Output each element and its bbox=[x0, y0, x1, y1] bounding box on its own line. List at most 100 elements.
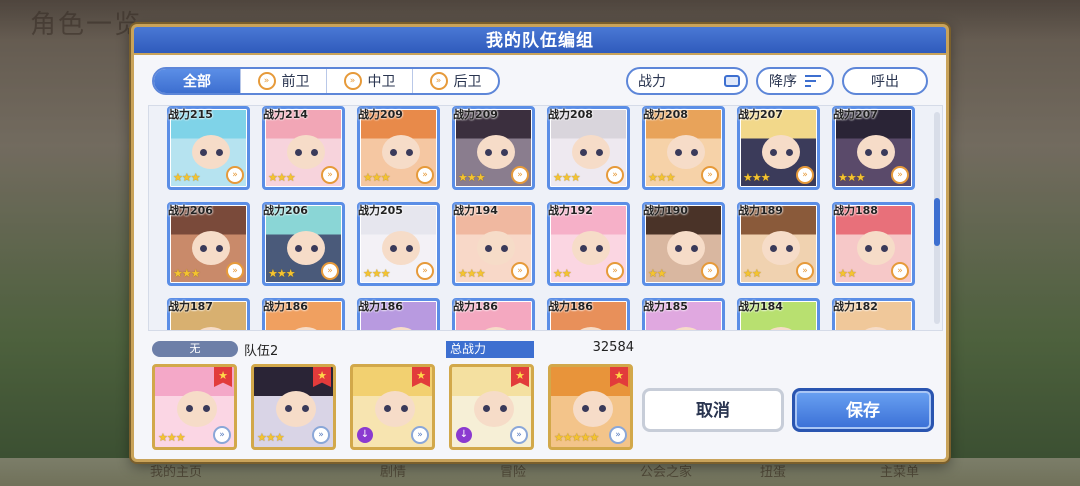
character-power: 战力208 bbox=[643, 108, 688, 121]
character-card[interactable]: ★★★ » 战力205 bbox=[357, 202, 440, 286]
character-card[interactable]: ★★»战力184 bbox=[737, 298, 820, 330]
eye-shape bbox=[596, 245, 603, 252]
save-button[interactable]: 保存 bbox=[792, 388, 934, 432]
leader-star-icon: ★ bbox=[610, 367, 628, 387]
character-power: 战力209 bbox=[358, 108, 403, 121]
eye-shape bbox=[691, 149, 698, 156]
team-member-slot[interactable]: ★ » ↓ bbox=[350, 364, 435, 450]
character-card[interactable]: ★★»战力186 bbox=[547, 298, 630, 330]
character-power: 战力182 bbox=[833, 300, 878, 313]
eye-shape bbox=[881, 245, 888, 252]
position-icon: » bbox=[511, 262, 529, 280]
character-card[interactable]: ★★★ » 战力207 bbox=[832, 106, 915, 190]
character-card[interactable]: ★★»战力182 bbox=[832, 298, 915, 330]
character-card[interactable]: ★★ » 战力190 bbox=[642, 202, 725, 286]
character-power: 战力186 bbox=[358, 300, 403, 313]
eye-shape bbox=[691, 245, 698, 252]
filter-tab-rearguard[interactable]: » 后卫 bbox=[412, 69, 498, 93]
eye-shape bbox=[485, 245, 492, 252]
face-shape bbox=[382, 135, 420, 169]
character-power: 战力209 bbox=[453, 108, 498, 121]
filter-tab-all[interactable]: 全部 bbox=[154, 69, 240, 93]
midguard-icon: » bbox=[343, 72, 362, 90]
character-card[interactable]: ★★★ » 战力207 bbox=[737, 106, 820, 190]
eye-shape bbox=[865, 149, 872, 156]
face-shape bbox=[177, 391, 217, 427]
character-power: 战力207 bbox=[738, 108, 783, 121]
character-card[interactable]: ★★ » 战力192 bbox=[547, 202, 630, 286]
eye-shape bbox=[285, 405, 292, 412]
call-button[interactable]: 呼出 bbox=[842, 67, 928, 95]
team-tag: 无 bbox=[152, 341, 238, 357]
vanguard-icon: » bbox=[257, 72, 276, 90]
eye-shape bbox=[216, 149, 223, 156]
character-power: 战力185 bbox=[643, 300, 688, 313]
character-card[interactable]: ★★★ » 战力209 bbox=[452, 106, 535, 190]
character-card[interactable]: ★★★ » 战力214 bbox=[262, 106, 345, 190]
character-power: 战力184 bbox=[738, 300, 783, 313]
eye-shape bbox=[203, 405, 210, 412]
face-shape bbox=[477, 231, 515, 265]
character-power: 战力190 bbox=[643, 204, 688, 217]
face-shape bbox=[572, 327, 610, 330]
eye-shape bbox=[599, 405, 606, 412]
unique-equipment-icon: ↓ bbox=[456, 427, 472, 443]
face-shape bbox=[287, 135, 325, 169]
eye-shape bbox=[200, 245, 207, 252]
star-rating: ★★★ bbox=[743, 171, 771, 184]
star-rating: ★★★★★ bbox=[554, 431, 599, 444]
character-card[interactable]: ★★★ » 战力215 bbox=[167, 106, 250, 190]
face-shape bbox=[572, 135, 610, 169]
filter-tab-vanguard[interactable]: » 前卫 bbox=[240, 69, 326, 93]
star-rating: ★★★ bbox=[268, 267, 296, 280]
star-rating: ★★ bbox=[553, 267, 572, 280]
sort-order-button[interactable]: 降序 bbox=[756, 67, 834, 95]
character-card[interactable]: ★★»战力187 bbox=[167, 298, 250, 330]
eye-shape bbox=[770, 149, 777, 156]
character-card[interactable]: ★★★ » 战力208 bbox=[547, 106, 630, 190]
eye-shape bbox=[675, 149, 682, 156]
character-card[interactable]: ★★»战力186 bbox=[357, 298, 440, 330]
filter-tab-midguard[interactable]: » 中卫 bbox=[326, 69, 412, 93]
character-card[interactable]: ★★★ » 战力194 bbox=[452, 202, 535, 286]
team-slots: ★» ★★★ ★» ★★★ ★» ↓ ★» ↓ ★» ★★★★★ bbox=[152, 364, 633, 450]
eye-shape bbox=[596, 149, 603, 156]
position-icon: » bbox=[321, 262, 339, 280]
character-power: 战力186 bbox=[263, 300, 308, 313]
eye-shape bbox=[406, 245, 413, 252]
dialog-title: 我的队伍编组 bbox=[134, 27, 946, 55]
character-power: 战力215 bbox=[168, 108, 213, 121]
position-icon: » bbox=[226, 262, 244, 280]
character-power: 战力207 bbox=[833, 108, 878, 121]
sort-toggle-icon bbox=[724, 75, 740, 87]
roster-scrollbar[interactable] bbox=[934, 112, 940, 324]
eye-shape bbox=[186, 405, 193, 412]
eye-shape bbox=[865, 245, 872, 252]
team-member-slot[interactable]: ★ » ↓ bbox=[449, 364, 534, 450]
position-icon: » bbox=[609, 426, 627, 444]
sort-key-button[interactable]: 战力 bbox=[626, 67, 748, 95]
character-power: 战力194 bbox=[453, 204, 498, 217]
position-icon: » bbox=[321, 166, 339, 184]
scroll-thumb[interactable] bbox=[934, 198, 940, 246]
team-member-slot[interactable]: ★ » ★★★ bbox=[251, 364, 336, 450]
team-member-slot[interactable]: ★ » ★★★ bbox=[152, 364, 237, 450]
character-card[interactable]: ★★»战力186 bbox=[452, 298, 535, 330]
character-card[interactable]: ★★★ » 战力206 bbox=[167, 202, 250, 286]
character-card[interactable]: ★★ » 战力188 bbox=[832, 202, 915, 286]
character-card[interactable]: ★★»战力185 bbox=[642, 298, 725, 330]
face-shape bbox=[573, 391, 613, 427]
cancel-button[interactable]: 取消 bbox=[642, 388, 784, 432]
character-card[interactable]: ★★★ » 战力209 bbox=[357, 106, 440, 190]
position-icon: » bbox=[511, 166, 529, 184]
eye-shape bbox=[501, 149, 508, 156]
character-card[interactable]: ★★»战力186 bbox=[262, 298, 345, 330]
eye-shape bbox=[786, 245, 793, 252]
character-card[interactable]: ★★★ » 战力206 bbox=[262, 202, 345, 286]
star-rating: ★★★ bbox=[458, 171, 486, 184]
team-member-slot[interactable]: ★ » ★★★★★ bbox=[548, 364, 633, 450]
character-card[interactable]: ★★★ » 战力208 bbox=[642, 106, 725, 190]
character-card[interactable]: ★★ » 战力189 bbox=[737, 202, 820, 286]
face-shape bbox=[474, 391, 514, 427]
face-shape bbox=[276, 391, 316, 427]
